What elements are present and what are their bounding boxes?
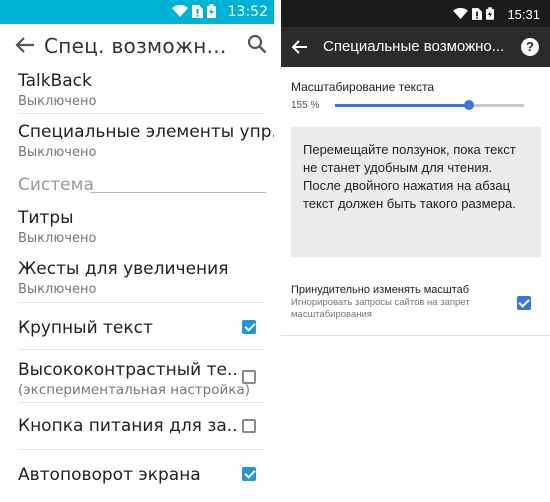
- high-contrast-checkbox[interactable]: [242, 370, 256, 384]
- force-zoom-checkbox[interactable]: [517, 296, 531, 310]
- divider: [281, 335, 550, 336]
- sim-alert-icon: [472, 7, 482, 20]
- item-title: Высококонтрастный те..: [18, 360, 238, 380]
- item-subtitle: Выключено: [18, 282, 97, 297]
- app-header: Спец. возможн...: [0, 24, 274, 68]
- slider-thumb[interactable]: [464, 100, 475, 110]
- force-zoom-subtitle: Игнорировать запросы сайтов на запрет ма…: [291, 297, 470, 320]
- item-title: Автоповорот экрана: [18, 465, 201, 485]
- power-button-checkbox[interactable]: [242, 419, 256, 433]
- item-title: Жесты для увеличения: [18, 259, 229, 279]
- item-title: Титры: [18, 208, 74, 228]
- list-item-magnification-gestures[interactable]: Жесты для увеличения Выключено: [0, 252, 274, 303]
- status-icons: [172, 4, 216, 18]
- item-subtitle: Выключено: [18, 94, 97, 109]
- help-icon[interactable]: ?: [521, 38, 539, 56]
- text-scaling-value: 155 %: [291, 100, 320, 111]
- auto-rotate-checkbox[interactable]: [242, 467, 256, 481]
- item-title: TalkBack: [18, 71, 92, 91]
- left-phone-screen: 13:52 Спец. возможн... TalkBack Выключен…: [0, 0, 274, 502]
- section-divider: [90, 192, 266, 193]
- list-item-talkback[interactable]: TalkBack Выключено: [0, 68, 274, 114]
- preview-text: Перемещайте ползунок, пока текст не стан…: [303, 142, 516, 211]
- text-preview-box: Перемещайте ползунок, пока текст не стан…: [291, 127, 541, 257]
- page-title: Спец. возможн...: [44, 34, 227, 58]
- search-icon[interactable]: [247, 34, 267, 54]
- status-time: 13:52: [227, 4, 268, 20]
- slider-fill: [335, 104, 470, 107]
- wifi-icon: [172, 5, 188, 17]
- list-item-auto-rotate[interactable]: Автоповорот экрана: [0, 450, 274, 502]
- battery-charging-icon: [207, 4, 216, 18]
- item-title: Кнопка питания для за..: [18, 416, 238, 436]
- item-title: Специальные элементы упр..: [18, 122, 274, 142]
- large-text-checkbox[interactable]: [242, 320, 256, 334]
- text-scaling-label: Масштабирование текста: [291, 80, 435, 94]
- battery-charging-icon: [486, 7, 494, 20]
- status-icons: [453, 7, 494, 20]
- text-scaling-slider[interactable]: [335, 100, 524, 110]
- item-title: Крупный текст: [18, 318, 153, 338]
- back-arrow-icon[interactable]: [14, 34, 36, 56]
- status-bar: 15:31: [281, 0, 550, 27]
- status-time: 15:31: [507, 7, 540, 22]
- wifi-icon: [453, 8, 468, 19]
- list-item-high-contrast[interactable]: Высококонтрастный те.. (экспериментальна…: [0, 350, 274, 403]
- section-header-system: Система: [18, 175, 94, 195]
- list-item-power-button[interactable]: Кнопка питания для за..: [0, 403, 274, 450]
- list-item-captions[interactable]: Титры Выключено: [0, 200, 274, 252]
- item-subtitle: Выключено: [18, 231, 97, 246]
- status-bar: 13:52: [0, 0, 274, 24]
- page-title: Специальные возможно...: [323, 38, 505, 55]
- item-subtitle: (экспериментальная настройка): [18, 382, 250, 398]
- screenshot-gap: [274, 0, 281, 502]
- force-zoom-title: Принудительно изменять масштаб: [291, 284, 470, 296]
- item-subtitle: Выключено: [18, 145, 97, 160]
- back-arrow-icon[interactable]: [291, 38, 309, 56]
- right-phone-screen: 15:31 Специальные возможно... ? Масштаби…: [281, 0, 550, 338]
- settings-body: Масштабирование текста 155 % Перемещайте…: [281, 67, 550, 338]
- sim-alert-icon: [192, 4, 203, 18]
- app-header: Специальные возможно... ?: [281, 27, 550, 67]
- list-item-special-controls[interactable]: Специальные элементы упр.. Выключено: [0, 114, 274, 166]
- list-item-large-text[interactable]: Крупный текст: [0, 303, 274, 350]
